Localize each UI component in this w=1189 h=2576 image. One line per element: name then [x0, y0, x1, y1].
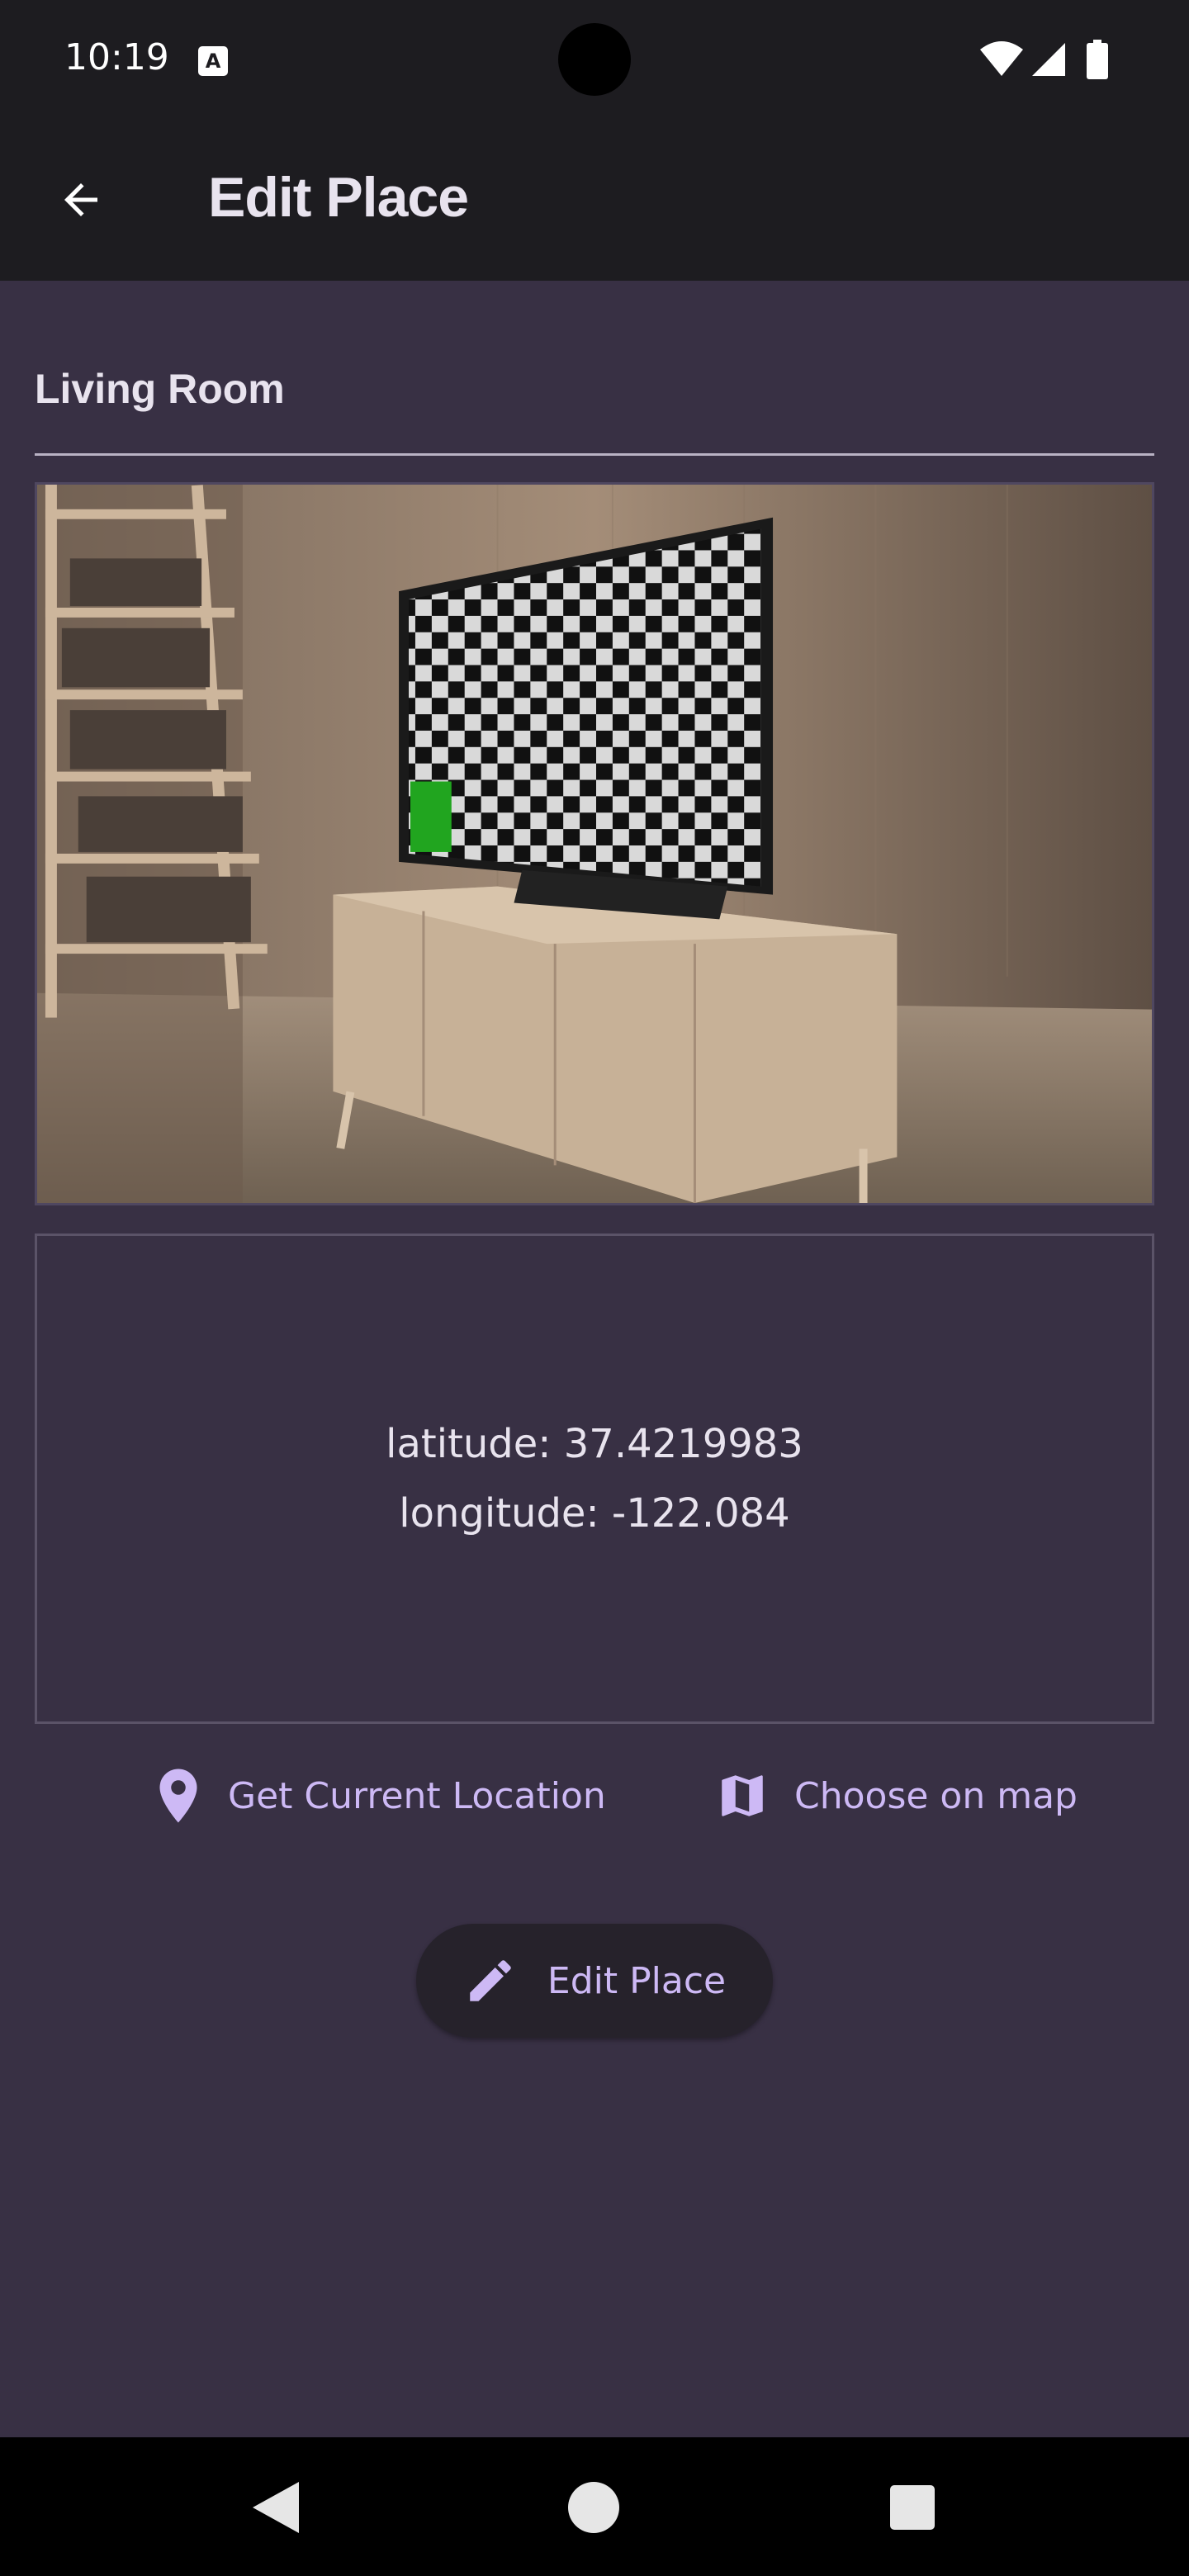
- wifi-icon: [980, 41, 1023, 76]
- choose-on-map-button[interactable]: Choose on map: [715, 1759, 1078, 1833]
- camera-cutout: [558, 23, 631, 96]
- status-time: 10:19: [64, 36, 169, 78]
- map-icon: [715, 1769, 770, 1823]
- status-bar: 10:19 A: [0, 0, 1189, 119]
- get-current-location-label: Get Current Location: [228, 1774, 606, 1817]
- choose-on-map-label: Choose on map: [794, 1774, 1078, 1817]
- pencil-icon: [463, 1953, 518, 2008]
- app-bar: Edit Place: [0, 119, 1189, 281]
- arrow-back-icon: [64, 183, 97, 216]
- edit-place-button[interactable]: Edit Place: [416, 1924, 773, 2038]
- latitude-text: latitude: 37.4219983: [386, 1421, 803, 1467]
- battery-icon: [1087, 40, 1108, 79]
- a-icon: A: [198, 46, 228, 76]
- location-actions: Get Current Location Choose on map: [0, 1759, 1189, 1833]
- system-nav-bar: [0, 2437, 1189, 2576]
- title-input-value: Living Room: [35, 366, 285, 412]
- location-display: latitude: 37.4219983 longitude: -122.084: [35, 1234, 1154, 1724]
- title-input[interactable]: Living Room: [35, 355, 1154, 456]
- edit-place-label: Edit Place: [547, 1959, 727, 2002]
- nav-home-icon[interactable]: [568, 2482, 619, 2533]
- nav-back-icon[interactable]: [253, 2482, 299, 2533]
- nav-recents-icon[interactable]: [890, 2485, 935, 2530]
- longitude-text: longitude: -122.084: [399, 1490, 790, 1537]
- page-title: Edit Place: [208, 166, 469, 229]
- back-button[interactable]: [43, 162, 119, 238]
- get-current-location-button[interactable]: Get Current Location: [154, 1759, 606, 1833]
- location-pin-icon: [154, 1767, 203, 1825]
- signal-icon: [1032, 43, 1065, 76]
- living-room-photo: [37, 485, 1152, 1203]
- place-image[interactable]: [35, 482, 1154, 1205]
